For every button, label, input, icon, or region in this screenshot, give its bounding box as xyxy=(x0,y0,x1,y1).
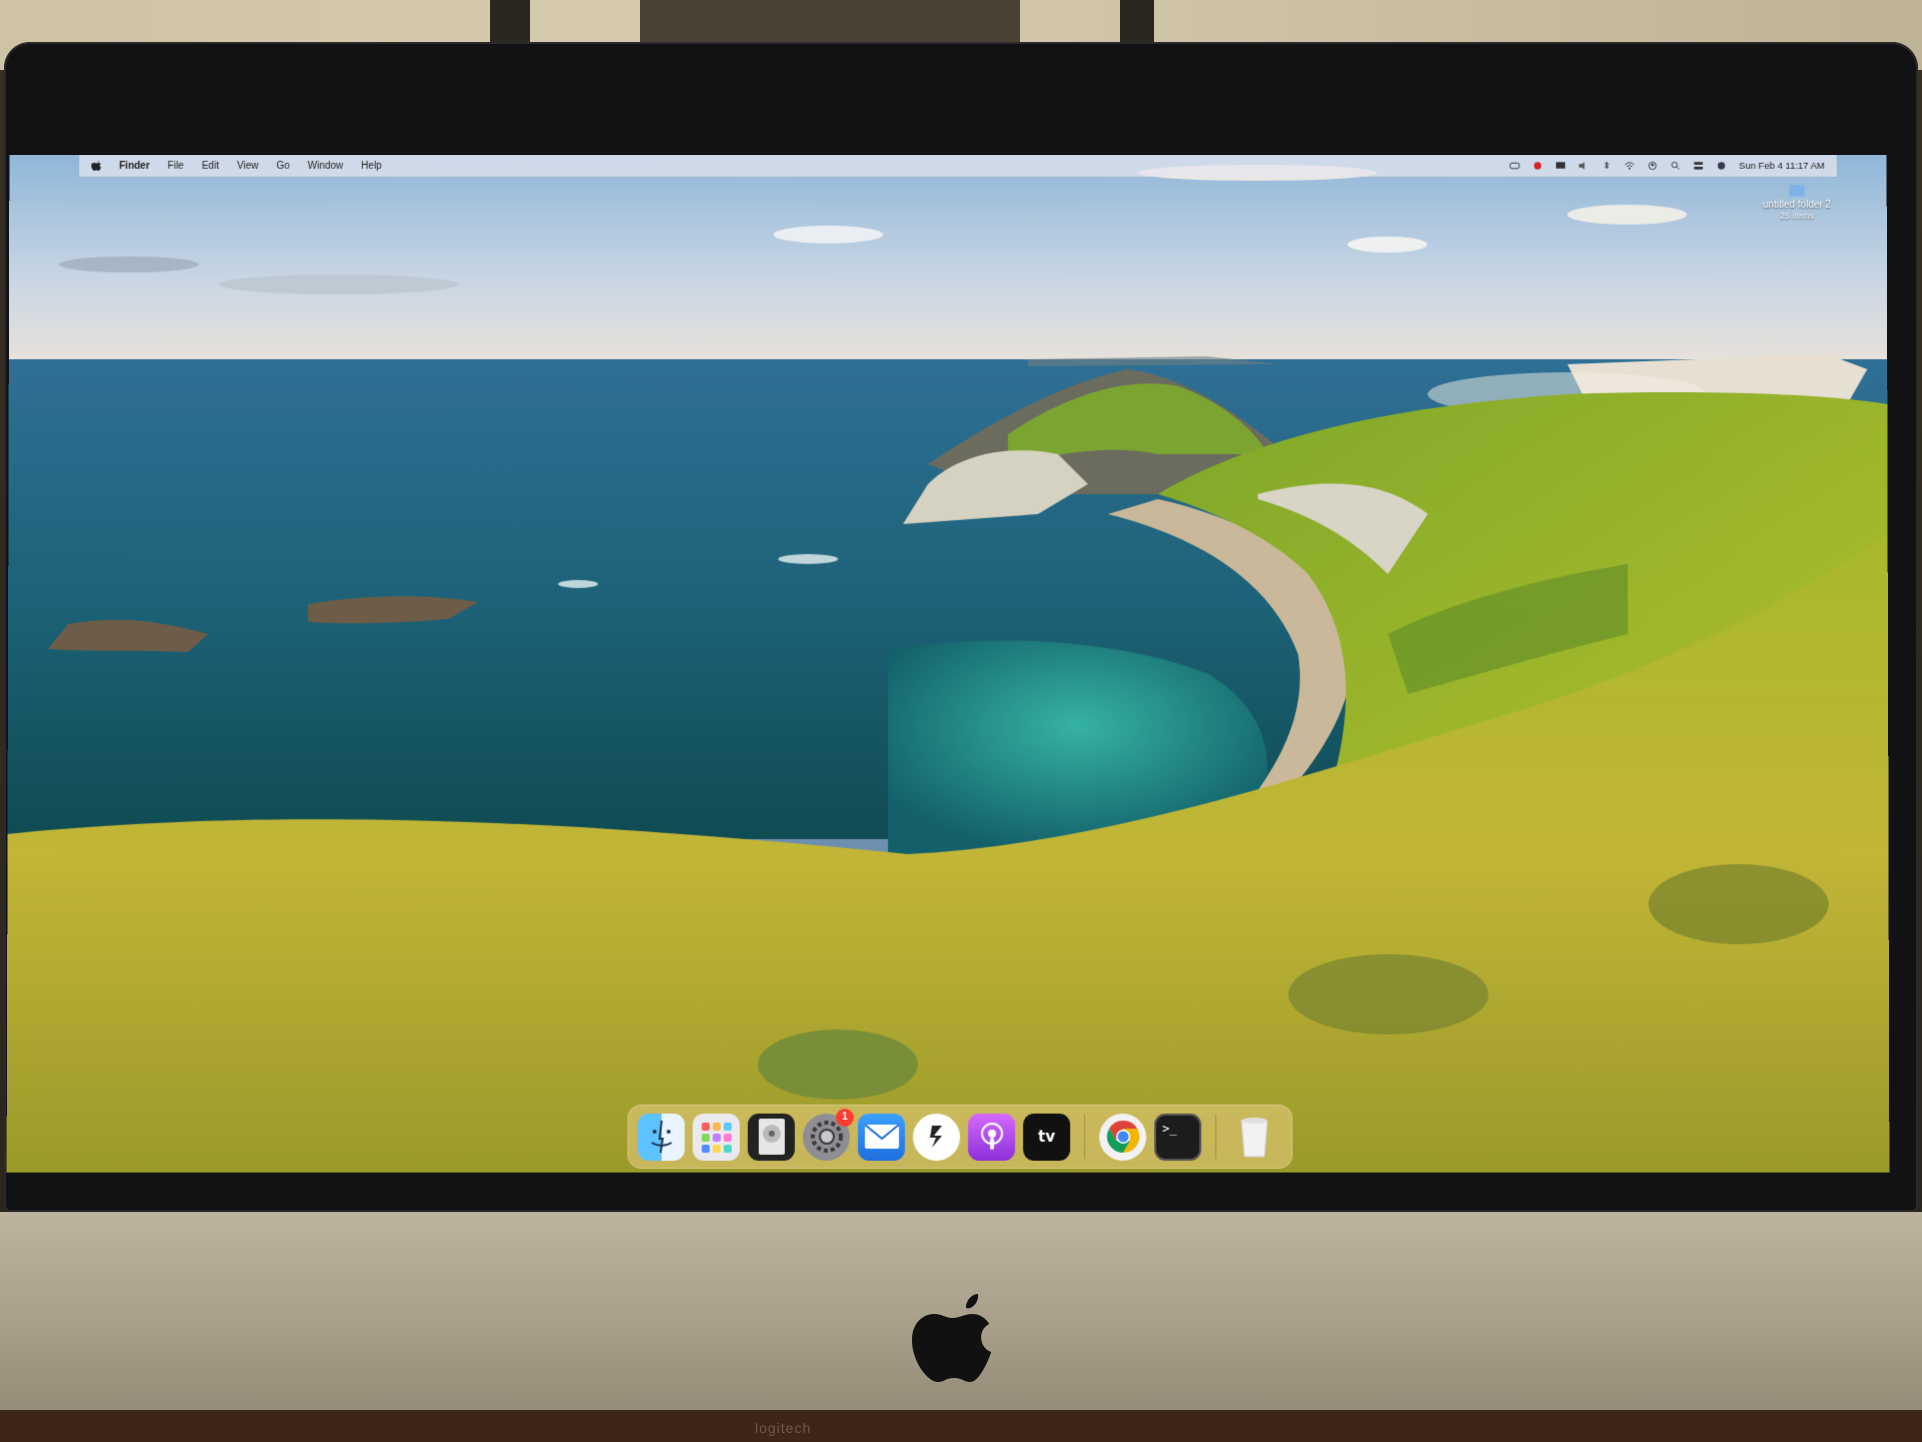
dock-separator-2 xyxy=(1215,1114,1217,1159)
bluetooth-icon[interactable] xyxy=(1601,161,1612,171)
trash-icon[interactable] xyxy=(1230,1113,1277,1160)
account-icon[interactable] xyxy=(1647,161,1658,171)
menu-bar: Finder File Edit View Go Window Help Sun xyxy=(79,154,1837,177)
chrome-icon[interactable] xyxy=(1099,1113,1147,1161)
menu-file[interactable]: File xyxy=(168,160,184,171)
mail-icon[interactable] xyxy=(857,1113,905,1161)
podcasts-icon[interactable] xyxy=(968,1113,1016,1161)
apple-icon[interactable] xyxy=(91,160,102,171)
menu-edit[interactable]: Edit xyxy=(202,160,219,171)
siri-icon[interactable] xyxy=(1716,161,1727,171)
desktop-folder-name: untitled folder 2 xyxy=(1762,199,1832,211)
folder-icon xyxy=(1788,184,1805,197)
focus-icon[interactable] xyxy=(1532,161,1543,171)
desktop-screen[interactable]: Finder File Edit View Go Window Help Sun xyxy=(6,154,1890,1173)
menu-view[interactable]: View xyxy=(237,160,258,171)
desktop-folder[interactable]: untitled folder 2 25 items xyxy=(1747,184,1847,222)
shortcuts-icon[interactable] xyxy=(912,1113,961,1161)
terminal-prompt: >_ xyxy=(1162,1121,1177,1136)
dock: 1 tv >_ xyxy=(627,1104,1293,1169)
imac-monitor: Finder File Edit View Go Window Help Sun xyxy=(0,42,1922,1432)
wallpaper xyxy=(6,154,1890,1173)
mute-icon[interactable] xyxy=(1578,161,1589,171)
desk-brand-label: logitech xyxy=(755,1420,812,1436)
menu-clock[interactable]: Sun Feb 4 11:17 AM xyxy=(1739,160,1825,171)
terminal-icon[interactable]: >_ xyxy=(1154,1113,1202,1161)
desk-surface xyxy=(0,1410,1922,1442)
gear-icon[interactable]: 1 xyxy=(802,1108,854,1161)
apple-tv-icon[interactable]: tv xyxy=(1023,1113,1071,1161)
menu-app-name[interactable]: Finder xyxy=(119,160,150,171)
control-center-icon[interactable] xyxy=(1693,161,1704,171)
menu-go[interactable]: Go xyxy=(276,160,289,171)
wifi-icon[interactable] xyxy=(1624,161,1635,171)
screen-record-icon[interactable] xyxy=(1509,161,1520,171)
finder-icon[interactable] xyxy=(637,1113,685,1161)
dock-separator xyxy=(1084,1114,1086,1159)
notification-icon[interactable] xyxy=(1555,161,1566,171)
notification-badge: 1 xyxy=(835,1108,854,1127)
search-icon[interactable] xyxy=(1670,161,1681,171)
disk-utility-icon[interactable] xyxy=(747,1113,795,1161)
menu-window[interactable]: Window xyxy=(308,160,344,171)
apple-logo-icon xyxy=(912,1294,992,1382)
menu-help[interactable]: Help xyxy=(361,160,382,171)
launchpad-icon[interactable] xyxy=(692,1113,740,1161)
desktop-folder-count: 25 items xyxy=(1779,210,1814,221)
apple-tv-label: tv xyxy=(1038,1127,1056,1146)
